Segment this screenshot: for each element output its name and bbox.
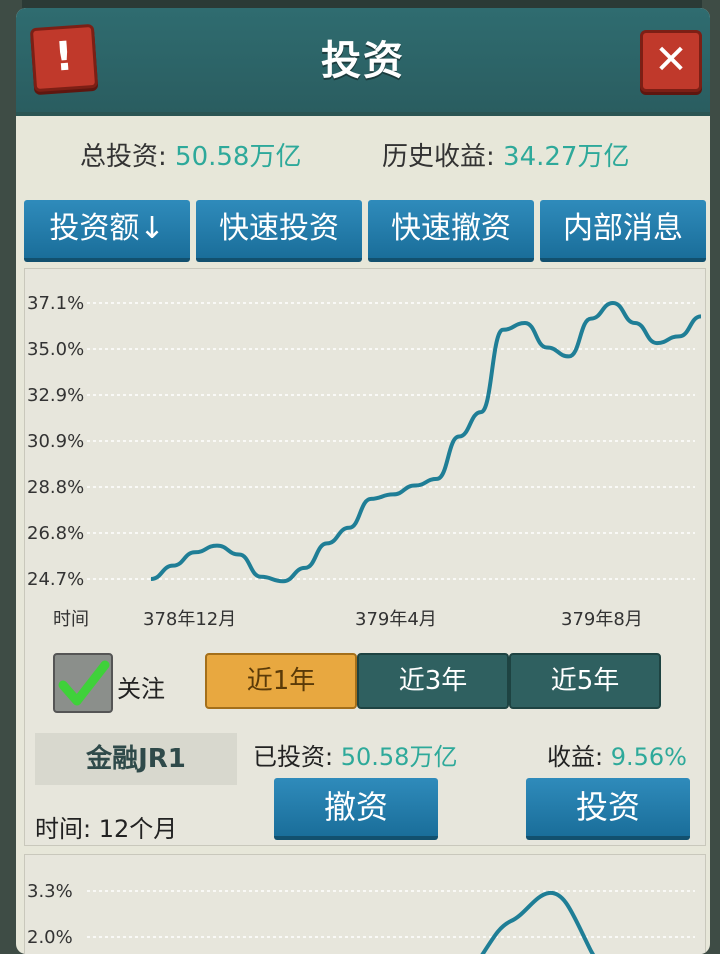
series-line [480,890,596,954]
total-investment-value: 50.58万亿 [175,142,302,172]
checkmark-icon [58,660,110,706]
y-tick-label: 32.9% [27,385,84,406]
withdraw-button[interactable]: 撤资 [274,778,438,840]
fund-return: 收益: 9.56% [547,737,687,772]
duration: 时间: 12个月 [35,809,177,844]
return-value: 9.56% [610,743,687,771]
history-return-label: 历史收益: [382,142,495,172]
follow-label: 关注 [117,675,165,703]
range-3y-button[interactable]: 近3年 [357,653,509,709]
series-line [150,301,702,584]
duration-value: 12个月 [98,815,178,843]
fund-card: 37.1% 35.0% 32.9% 30.9% 28.8% 26.8% 24.7% 时间 378… [24,268,706,846]
total-investment-label: 总投资: [80,142,167,172]
quick-invest-button[interactable]: 快速投资 [196,200,362,262]
history-return-value: 34.27万亿 [503,142,630,172]
investment-panel: ! 投资 ✕ 总投资: 50.58万亿 历史收益: 34.27万亿 投资额↓ 快… [16,8,710,954]
invested-value: 50.58万亿 [340,743,458,771]
total-investment: 总投资: 50.58万亿 [80,136,301,173]
return-label: 收益: [547,743,604,771]
invested-amount: 已投资: 50.58万亿 [253,737,457,772]
return-chart: 37.1% 35.0% 32.9% 30.9% 28.8% 26.8% 24.7% 时间 378… [27,293,702,629]
x-tick-label: 378年12月 [143,609,236,629]
y-tick-label: 24.7% [27,569,84,590]
follow-checkbox[interactable] [53,653,113,713]
y-tick-label: 2.0% [27,927,73,948]
insider-info-button[interactable]: 内部消息 [540,200,706,262]
close-button[interactable]: ✕ [640,30,702,92]
invested-label: 已投资: [253,743,334,771]
x-tick-label: 379年4月 [355,609,437,629]
duration-label: 时间: [35,815,92,843]
fund-name: 金融JR1 [35,733,237,785]
y-tick-label: 26.8% [27,523,84,544]
second-chart: 3.3% 2.0% [24,854,706,954]
page-title: 投资 [321,38,405,84]
y-tick-label: 30.9% [27,431,84,452]
range-5y-button[interactable]: 近5年 [509,653,661,709]
second-return-chart: 3.3% 2.0% [27,881,695,954]
y-tick-label: 28.8% [27,477,84,498]
y-tick-label: 37.1% [27,293,84,314]
quick-withdraw-button[interactable]: 快速撤资 [368,200,534,262]
x-tick-label: 379年8月 [561,609,643,629]
invest-button[interactable]: 投资 [526,778,690,840]
panel-header: ! 投资 ✕ [16,8,710,116]
sort-by-amount-button[interactable]: 投资额↓ [24,200,190,262]
history-return: 历史收益: 34.27万亿 [382,136,629,173]
range-1y-button[interactable]: 近1年 [205,653,357,709]
y-tick-label: 3.3% [27,881,73,902]
x-axis-label: 时间 [53,609,89,629]
close-icon: ✕ [654,37,688,83]
y-tick-label: 35.0% [27,339,84,360]
